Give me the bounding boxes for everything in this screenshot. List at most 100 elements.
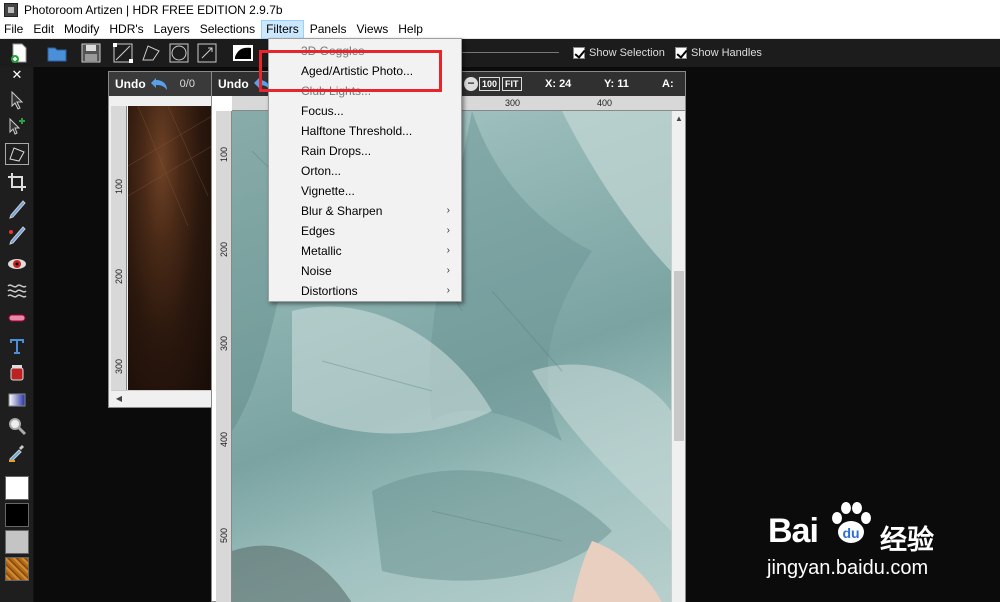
menu-edit[interactable]: Edit [29,20,58,39]
tool-zoom[interactable] [5,415,29,437]
menu-item-label: Orton... [301,164,342,178]
doc2-vruler-label: 100 [219,146,229,162]
menu-item-noise[interactable]: Noise › [270,261,460,281]
scroll-up-icon[interactable]: ▲ [673,113,685,125]
pointer-add-icon [9,117,25,135]
zoom-100-button[interactable]: 100 [479,77,501,91]
menu-hdrs[interactable]: HDR's [105,20,147,39]
menu-item-metallic[interactable]: Metallic › [270,241,460,261]
menu-item-orton[interactable]: Orton... [270,161,460,181]
y-label: Y: [604,78,615,90]
show-selection-checkbox[interactable] [573,47,585,59]
menu-item-rain-drops[interactable]: Rain Drops... [270,141,460,161]
menu-views[interactable]: Views [352,20,392,39]
submenu-arrow-icon: › [446,205,450,216]
select-polygon-button[interactable] [140,42,162,64]
tool-red-eye[interactable] [5,253,29,275]
menu-item-label: Focus... [301,104,344,118]
show-selection-label: Show Selection [589,47,665,59]
menu-item-label: Metallic [301,244,342,258]
tool-transform[interactable] [5,143,29,165]
folder-icon [47,47,67,62]
mask-button[interactable] [232,42,254,64]
show-handles-checkbox[interactable] [675,47,687,59]
transform-tool-icon [9,147,25,162]
tool-gradient[interactable] [5,389,29,411]
foreground-color-swatch[interactable] [5,476,29,500]
undo-arrow-icon[interactable] [150,74,170,94]
submenu-arrow-icon: › [446,285,450,296]
doc2-vruler-label: 200 [219,241,229,257]
toolbar: Show Selection Show Handles [0,39,1000,67]
open-file-button[interactable] [46,42,68,64]
menu-file[interactable]: File [0,20,27,39]
doc2-vertical-scrollbar[interactable]: ▲ [671,111,685,602]
x-coordinate-label: X: 24 [545,78,571,90]
menu-item-blur-sharpen[interactable]: Blur & Sharpen › [270,201,460,221]
color-brush-icon [9,226,26,245]
doc1-ruler-label: 200 [114,268,124,284]
texture-swatch[interactable] [5,557,29,581]
doc1-horizontal-scrollbar[interactable]: ◀ [111,390,211,406]
paint-bucket-icon [10,365,24,381]
menu-item-label: Edges [301,224,336,238]
doc1-ruler-label: 300 [114,358,124,374]
doc2-vruler-label: 400 [219,431,229,447]
menu-layers[interactable]: Layers [150,20,194,39]
menu-item-label: Vignette... [301,184,355,198]
select-ellipse-button[interactable] [168,42,190,64]
menu-item-halftone-threshold[interactable]: Halftone Threshold... [270,121,460,141]
tool-color-brush[interactable] [5,225,29,247]
save-button[interactable] [80,42,102,64]
zoom-fit-button[interactable]: FIT [502,77,522,91]
mask-icon [233,45,253,61]
doc1-undo-label: Undo [115,77,146,91]
menu-item-distortions[interactable]: Distortions › [270,281,460,301]
menu-help[interactable]: Help [394,20,427,39]
save-icon [81,43,101,63]
rect-select-icon [197,43,217,63]
tool-smudge[interactable] [5,279,29,301]
title-bar: Photoroom Artizen | HDR FREE EDITION 2.9… [0,0,1000,20]
zoom-out-icon[interactable]: − [464,77,478,91]
watermark-brand-left: Bai [768,512,819,550]
menu-item-edges[interactable]: Edges › [270,221,460,241]
close-palette-button[interactable]: ✕ [5,67,29,83]
tool-eraser[interactable] [5,307,29,329]
eyedropper-icon [9,445,24,462]
show-selection-toggle[interactable]: Show Selection [573,46,665,60]
tool-fill[interactable] [5,361,29,383]
scroll-left-icon[interactable]: ◀ [113,393,125,405]
tool-add-select[interactable] [5,115,29,137]
menu-filters[interactable]: Filters [261,19,304,39]
tool-eyedropper[interactable] [5,441,29,463]
menu-item-focus[interactable]: Focus... [270,101,460,121]
highlight-annotation-box [259,50,442,92]
menu-panels[interactable]: Panels [306,20,351,39]
submenu-arrow-icon: › [446,265,450,276]
menu-modify[interactable]: Modify [60,20,103,39]
show-handles-toggle[interactable]: Show Handles [675,46,762,60]
doc2-hruler-label: 300 [505,98,521,108]
tool-brush[interactable] [5,199,29,221]
watermark-brand: Bai [768,512,819,551]
new-file-button[interactable] [8,42,30,64]
gray-color-swatch[interactable] [5,530,29,554]
document-window-1: Undo 0/0 100 200 300 ◀ [108,71,212,408]
doc2-scroll-thumb[interactable] [674,271,684,441]
text-icon [10,339,24,354]
tool-text[interactable] [5,335,29,357]
doc2-vruler-label: 300 [219,335,229,351]
menu-item-vignette[interactable]: Vignette... [270,181,460,201]
select-transform-button[interactable] [112,42,134,64]
background-color-swatch[interactable] [5,503,29,527]
window-title: Photoroom Artizen | HDR FREE EDITION 2.9… [24,3,283,17]
tool-crop[interactable] [5,171,29,193]
menu-selections[interactable]: Selections [196,20,259,39]
paw-logo-icon: du [832,502,871,543]
tool-pointer[interactable] [5,89,29,111]
leaf-texture [128,106,212,227]
select-rect-button[interactable] [196,42,218,64]
toolbar-slider-track[interactable] [455,52,559,53]
eraser-icon [8,314,26,322]
